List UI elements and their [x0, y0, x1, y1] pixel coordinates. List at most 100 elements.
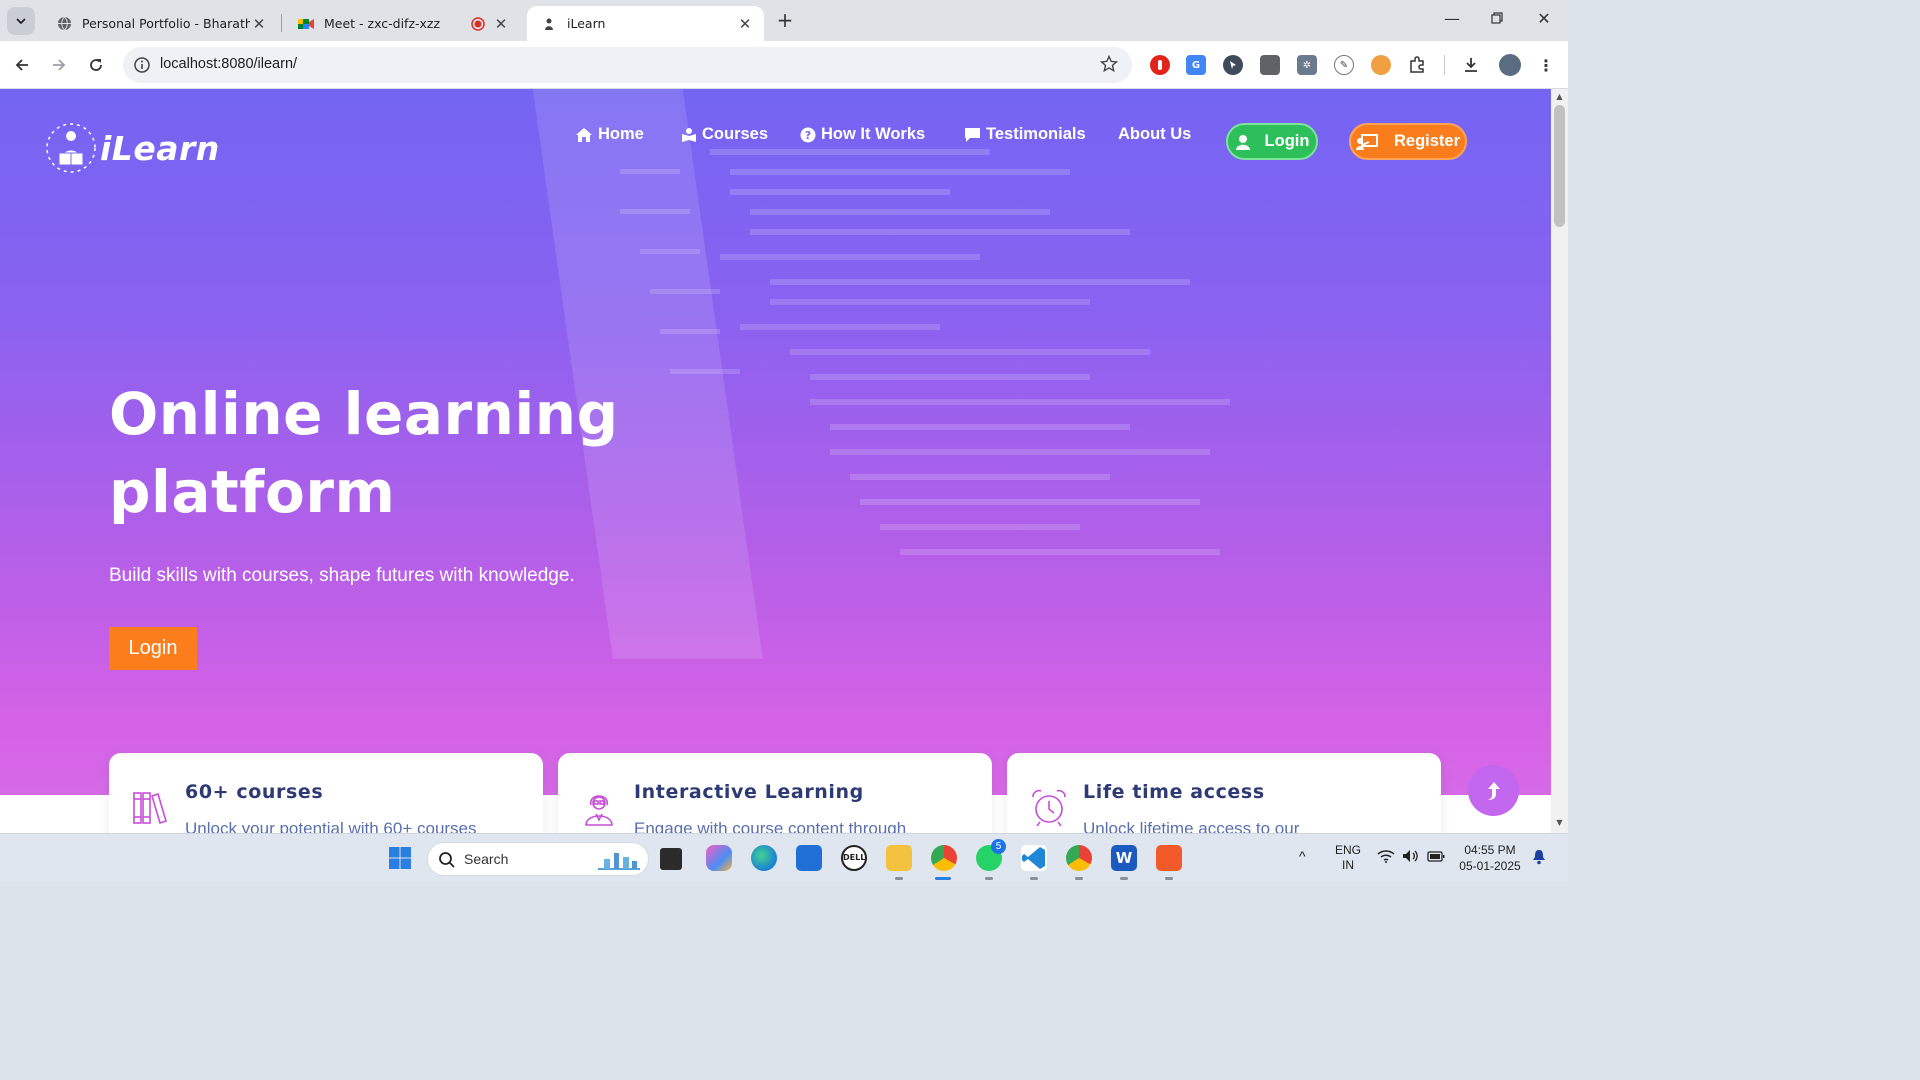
alarm-clock-icon	[1032, 789, 1066, 827]
language-indicator[interactable]: ENG IN	[1330, 843, 1366, 873]
hero-title: Online learning platform	[109, 375, 809, 531]
address-bar[interactable]: localhost:8080/ilearn/	[123, 47, 1132, 83]
reload-icon	[90, 59, 102, 71]
feature-description: Unlock your potential with 60+ courses	[185, 819, 477, 833]
feature-card-lifetime: Life time access Unlock lifetime access …	[1007, 753, 1441, 833]
comment-icon	[965, 127, 980, 142]
chrome-icon[interactable]	[931, 845, 957, 871]
scroll-to-top-button[interactable]	[1468, 765, 1519, 816]
chevron-down-icon	[16, 18, 26, 25]
word-icon[interactable]: W	[1111, 845, 1137, 871]
url-text: localhost:8080/ilearn/	[160, 56, 298, 72]
header-login-label: Login	[1264, 132, 1310, 150]
language-line-1: ENG	[1334, 843, 1361, 857]
scrollbar-thumb[interactable]	[1554, 105, 1565, 227]
translate-extension-icon[interactable]: G	[1186, 55, 1206, 75]
whatsapp-icon[interactable]: 5	[976, 839, 1006, 871]
task-view-icon[interactable]	[660, 848, 682, 870]
chrome-profile-icon[interactable]	[1066, 845, 1092, 871]
tab-strip: Personal Portfolio - Bharath Vis ✕ Meet …	[0, 0, 1568, 41]
close-icon[interactable]: ✕	[736, 15, 754, 33]
new-tab-button[interactable]: +	[774, 9, 796, 31]
feature-description: Engage with course content through	[634, 819, 907, 833]
site-info-icon[interactable]	[133, 56, 151, 74]
vscode-icon[interactable]	[1021, 845, 1047, 871]
forward-button[interactable]	[47, 53, 71, 77]
tab-meet[interactable]: Meet - zxc-difz-xzz ✕	[284, 6, 520, 41]
svg-text:?: ?	[805, 129, 811, 142]
search-label: Search	[464, 851, 509, 867]
notification-bell-icon[interactable]	[1532, 849, 1546, 868]
hero-login-button[interactable]: Login	[109, 627, 197, 670]
tab-ilearn[interactable]: iLearn ✕	[527, 6, 764, 41]
nav-testimonials[interactable]: Testimonials	[964, 125, 1086, 144]
tab-title: Personal Portfolio - Bharath Vis	[82, 16, 250, 31]
bookmark-star-icon[interactable]	[1100, 55, 1118, 73]
ilearn-favicon-icon	[541, 16, 557, 32]
nav-home[interactable]: Home	[575, 125, 644, 144]
running-indicator	[1030, 877, 1038, 880]
wifi-icon[interactable]	[1377, 849, 1395, 866]
tab-portfolio[interactable]: Personal Portfolio - Bharath Vis ✕	[42, 6, 278, 41]
feature-title: Life time access	[1083, 781, 1265, 803]
page-viewport: iLearn Home Courses ? How It Works Testi…	[0, 89, 1551, 833]
tab-title: Meet - zxc-difz-xzz	[324, 16, 441, 31]
clock-date: 05-01-2025	[1459, 859, 1521, 873]
close-icon[interactable]: ✕	[250, 15, 268, 33]
nav-home-label: Home	[598, 125, 644, 143]
show-hidden-icons-chevron-icon[interactable]: ^	[1299, 848, 1306, 864]
language-line-2: IN	[1342, 858, 1354, 872]
xampp-icon[interactable]	[1156, 845, 1182, 871]
system-clock[interactable]: 04:55 PM 05-01-2025	[1455, 842, 1525, 874]
reader-logo-icon	[46, 123, 96, 173]
site-logo[interactable]: iLearn	[44, 121, 220, 175]
copilot-icon[interactable]	[706, 845, 732, 871]
teacher-icon	[585, 795, 613, 826]
browser-toolbar: localhost:8080/ilearn/ G ✲ ✎ ⋮	[0, 41, 1568, 89]
header-register-label: Register	[1393, 132, 1461, 150]
taskbar-search-box[interactable]: Search	[427, 842, 649, 876]
running-indicator	[1075, 877, 1083, 880]
adblock-extension-icon[interactable]	[1150, 55, 1170, 75]
tab-search-button[interactable]	[7, 7, 35, 35]
arrow-right-icon	[53, 59, 66, 71]
page-scrollbar[interactable]: ▲ ▼	[1551, 89, 1568, 833]
nav-about-us[interactable]: About Us	[1118, 125, 1191, 144]
back-button[interactable]	[10, 53, 34, 77]
running-indicator	[895, 877, 903, 880]
active-indicator	[935, 877, 951, 880]
puzzle-piece-extension-icon[interactable]: ✲	[1297, 55, 1317, 75]
scroll-down-arrow-icon[interactable]: ▼	[1555, 818, 1564, 827]
microsoft-store-icon[interactable]	[796, 845, 822, 871]
pen-extension-icon[interactable]: ✎	[1334, 55, 1354, 75]
battery-icon[interactable]	[1427, 850, 1445, 865]
teacher-board-icon	[1355, 133, 1378, 150]
nav-courses[interactable]: Courses	[681, 125, 768, 144]
download-icon[interactable]	[1461, 55, 1481, 75]
running-indicator	[1120, 877, 1128, 880]
restore-icon[interactable]	[1486, 8, 1508, 30]
kebab-menu-icon[interactable]: ⋮	[1536, 55, 1556, 75]
home-icon	[576, 127, 592, 142]
reload-button[interactable]	[84, 53, 108, 77]
screen-extension-icon[interactable]	[1260, 55, 1280, 75]
nav-how-it-works[interactable]: ? How It Works	[800, 125, 925, 144]
dell-icon[interactable]: DELL	[841, 845, 867, 871]
minimize-icon[interactable]: —	[1441, 8, 1463, 30]
scroll-up-arrow-icon[interactable]: ▲	[1555, 92, 1564, 101]
fire-extension-icon[interactable]	[1371, 55, 1391, 75]
windows-taskbar: Search DELL 5 W ^ ENG IN 04:55 PM 05-01-…	[0, 833, 1568, 882]
close-icon[interactable]: ✕	[492, 15, 510, 33]
header-register-button[interactable]: Register	[1349, 123, 1467, 160]
volume-icon[interactable]	[1402, 849, 1420, 866]
profile-avatar[interactable]	[1499, 54, 1521, 76]
feature-description: Unlock lifetime access to our	[1083, 819, 1300, 833]
file-explorer-icon[interactable]	[886, 845, 912, 871]
nav-about-us-label: About Us	[1118, 125, 1192, 143]
windows-start-icon[interactable]	[387, 845, 413, 871]
edge-browser-icon[interactable]	[751, 845, 777, 871]
extensions-puzzle-icon[interactable]	[1407, 55, 1427, 75]
window-close-icon[interactable]: ✕	[1533, 8, 1555, 30]
header-login-button[interactable]: Login	[1226, 123, 1318, 160]
cursor-extension-icon[interactable]	[1223, 55, 1243, 75]
